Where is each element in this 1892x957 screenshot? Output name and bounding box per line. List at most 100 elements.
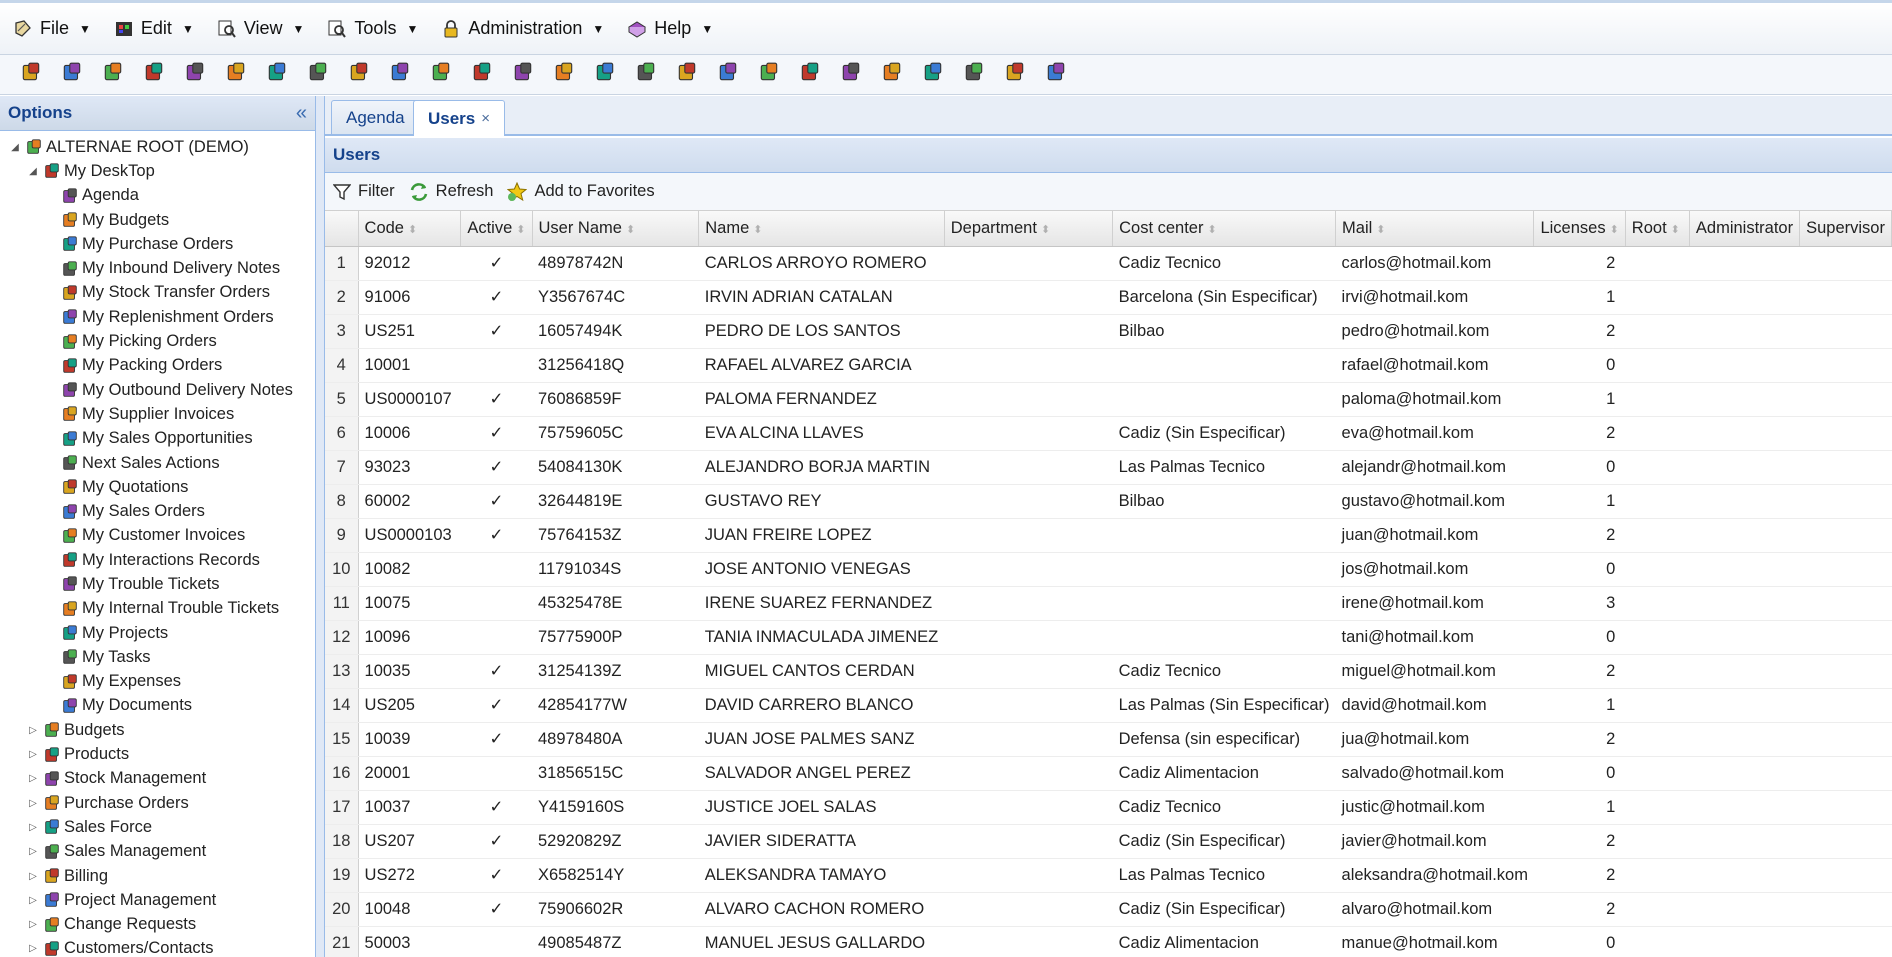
- menu-tools[interactable]: Tools ▼: [314, 11, 428, 47]
- folder-toolbar-button[interactable]: [385, 60, 415, 90]
- table-row[interactable]: 1 92012 ✓ 48978742N CARLOS ARROYO ROMERO Cadi…: [325, 246, 1892, 281]
- print-toolbar-button[interactable]: [16, 60, 46, 90]
- expand-toggle-icon[interactable]: ◢: [26, 166, 40, 177]
- expand-toggle-icon[interactable]: ◢: [8, 142, 22, 153]
- menu-administration[interactable]: Administration ▼: [428, 11, 614, 47]
- table-row[interactable]: 12 10096 75775900P TANIA INMACULADA JIMENEZ…: [325, 620, 1892, 655]
- column-header[interactable]: Mail ⬍: [1335, 211, 1535, 247]
- panel-splitter[interactable]: [316, 96, 325, 957]
- tree-node[interactable]: My Budgets: [0, 208, 315, 232]
- users-toolbar-button[interactable]: [344, 60, 374, 90]
- column-header[interactable]: Licenses ⬍: [1533, 211, 1626, 247]
- sort-icon[interactable]: ⬍: [1376, 224, 1385, 236]
- tree-node[interactable]: My Packing Orders: [0, 354, 315, 378]
- collapse-panel-icon[interactable]: «: [296, 102, 307, 125]
- table-row[interactable]: 9 US0000103 ✓ 75764153Z JUAN FREIRE LOPEZ jua…: [325, 518, 1892, 553]
- sort-icon[interactable]: ⬍: [408, 224, 417, 236]
- column-header[interactable]: Cost center ⬍: [1112, 211, 1337, 247]
- table-row[interactable]: 19 US272 ✓ X6582514Y ALEKSANDRA TAMAYO Las Pa…: [325, 858, 1892, 893]
- table-row[interactable]: 2 91006 ✓ Y3567674C IRVIN ADRIAN CATALAN Barc…: [325, 280, 1892, 315]
- table-row[interactable]: 14 US205 ✓ 42854177W DAVID CARRERO BLANCO Las…: [325, 688, 1892, 723]
- tree-node[interactable]: ▷ Billing: [0, 864, 315, 888]
- tree-node[interactable]: My Tasks: [0, 645, 315, 669]
- table-row[interactable]: 18 US207 ✓ 52920829Z JAVIER SIDERATTA Cadiz (…: [325, 824, 1892, 859]
- sort-icon[interactable]: ⬍: [1041, 224, 1050, 236]
- table-row[interactable]: 13 10035 ✓ 31254139Z MIGUEL CANTOS CERDAN Cad…: [325, 654, 1892, 689]
- tree-node[interactable]: My Supplier Invoices: [0, 402, 315, 426]
- calculator-toolbar-button[interactable]: [672, 60, 702, 90]
- sort-icon[interactable]: ⬍: [753, 224, 762, 236]
- expand-toggle-icon[interactable]: ▷: [26, 822, 40, 833]
- tree-node[interactable]: My Inbound Delivery Notes: [0, 256, 315, 280]
- tree-node[interactable]: Agenda: [0, 184, 315, 208]
- sort-icon[interactable]: ⬍: [516, 224, 525, 236]
- add-to-favorites-button[interactable]: Add to Favorites: [507, 181, 655, 202]
- refresh-button[interactable]: Refresh: [409, 182, 493, 202]
- supplier-invoice-toolbar-button[interactable]: [795, 60, 825, 90]
- stack-toolbar-button[interactable]: [262, 60, 292, 90]
- expand-toggle-icon[interactable]: ▷: [26, 846, 40, 857]
- sort-icon[interactable]: ⬍: [1207, 224, 1216, 236]
- filter-button[interactable]: Filter: [333, 182, 395, 201]
- inbound-toolbar-button[interactable]: [549, 60, 579, 90]
- tree-node[interactable]: My Replenishment Orders: [0, 305, 315, 329]
- tree-node[interactable]: My Customer Invoices: [0, 524, 315, 548]
- cut-toolbar-button[interactable]: [57, 60, 87, 90]
- expand-toggle-icon[interactable]: ▷: [26, 798, 40, 809]
- house-toolbar-button[interactable]: [836, 60, 866, 90]
- column-header[interactable]: Name ⬍: [698, 211, 945, 247]
- expand-toggle-icon[interactable]: ▷: [26, 943, 40, 954]
- tree-node[interactable]: ▷ Budgets: [0, 718, 315, 742]
- tree-node[interactable]: My Stock Transfer Orders: [0, 281, 315, 305]
- table-row[interactable]: 3 US251 ✓ 16057494K PEDRO DE LOS SANTOS Bilba…: [325, 314, 1892, 349]
- column-header[interactable]: Administrator: [1689, 211, 1801, 247]
- tree-node[interactable]: My Projects: [0, 621, 315, 645]
- tab-users[interactable]: Users ×: [413, 100, 506, 136]
- table-row[interactable]: 6 10006 ✓ 75759605C EVA ALCINA LLAVES Cadiz (…: [325, 416, 1892, 451]
- sales-person-toolbar-button[interactable]: [631, 60, 661, 90]
- table-row[interactable]: 4 10001 31256418Q RAFAEL ALVAREZ GARCIA rafa…: [325, 348, 1892, 383]
- column-header[interactable]: User Name ⬍: [532, 211, 700, 247]
- menu-file[interactable]: File ▼: [0, 11, 101, 47]
- expand-toggle-icon[interactable]: ▷: [26, 773, 40, 784]
- column-header[interactable]: Root ⬍: [1625, 211, 1690, 247]
- tree-node[interactable]: My Trouble Tickets: [0, 572, 315, 596]
- menu-help[interactable]: Help ▼: [614, 11, 723, 47]
- tree-node[interactable]: My Quotations: [0, 475, 315, 499]
- expand-toggle-icon[interactable]: ▷: [26, 749, 40, 760]
- table-row[interactable]: 16 20001 31856515C SALVADOR ANGEL PEREZ Cadi…: [325, 756, 1892, 791]
- tree-node[interactable]: My Purchase Orders: [0, 232, 315, 256]
- close-tab-icon[interactable]: ×: [481, 110, 490, 127]
- copy-toolbar-button[interactable]: [98, 60, 128, 90]
- table-row[interactable]: 21 50003 49085487Z MANUEL JESUS GALLARDO Cad…: [325, 926, 1892, 957]
- expand-toggle-icon[interactable]: ▷: [26, 725, 40, 736]
- table-row[interactable]: 5 US0000107 ✓ 76086859F PALOMA FERNANDEZ palo…: [325, 382, 1892, 417]
- tree-node[interactable]: ▷ Sales Management: [0, 840, 315, 864]
- table-row[interactable]: 7 93023 ✓ 54084130K ALEJANDRO BORJA MARTIN La…: [325, 450, 1892, 485]
- table-row[interactable]: 10 10082 11791034S JOSE ANTONIO VENEGAS jos@…: [325, 552, 1892, 587]
- tree-node[interactable]: My Interactions Records: [0, 548, 315, 572]
- table-row[interactable]: 20 10048 ✓ 75906602R ALVARO CACHON ROMERO Cad…: [325, 892, 1892, 927]
- column-header[interactable]: Department ⬍: [944, 211, 1114, 247]
- invoice-toolbar-button[interactable]: [754, 60, 784, 90]
- budget-toolbar-button[interactable]: [221, 60, 251, 90]
- tree-node[interactable]: My Sales Orders: [0, 499, 315, 523]
- tree-node[interactable]: ▷ Products: [0, 742, 315, 766]
- tree-node[interactable]: ▷ Stock Management: [0, 767, 315, 791]
- sort-icon[interactable]: ⬍: [1671, 224, 1680, 236]
- tree-node[interactable]: My Outbound Delivery Notes: [0, 378, 315, 402]
- column-header[interactable]: [325, 211, 359, 247]
- expand-toggle-icon[interactable]: ▷: [26, 895, 40, 906]
- calendar-toolbar-button[interactable]: [180, 60, 210, 90]
- menu-edit[interactable]: Edit ▼: [101, 11, 204, 47]
- projects-toolbar-button[interactable]: [1041, 60, 1071, 90]
- chart-toolbar-button[interactable]: [508, 60, 538, 90]
- tree-node[interactable]: ▷ Project Management: [0, 888, 315, 912]
- boxes-toolbar-button[interactable]: [467, 60, 497, 90]
- person-toolbar-button[interactable]: [877, 60, 907, 90]
- table-row[interactable]: 11 10075 45325478E IRENE SUAREZ FERNANDEZ ir…: [325, 586, 1892, 621]
- expand-toggle-icon[interactable]: ▷: [26, 871, 40, 882]
- sort-icon[interactable]: ⬍: [626, 224, 635, 236]
- tree-node[interactable]: ▷ Purchase Orders: [0, 791, 315, 815]
- tree-node[interactable]: ▷ Change Requests: [0, 913, 315, 937]
